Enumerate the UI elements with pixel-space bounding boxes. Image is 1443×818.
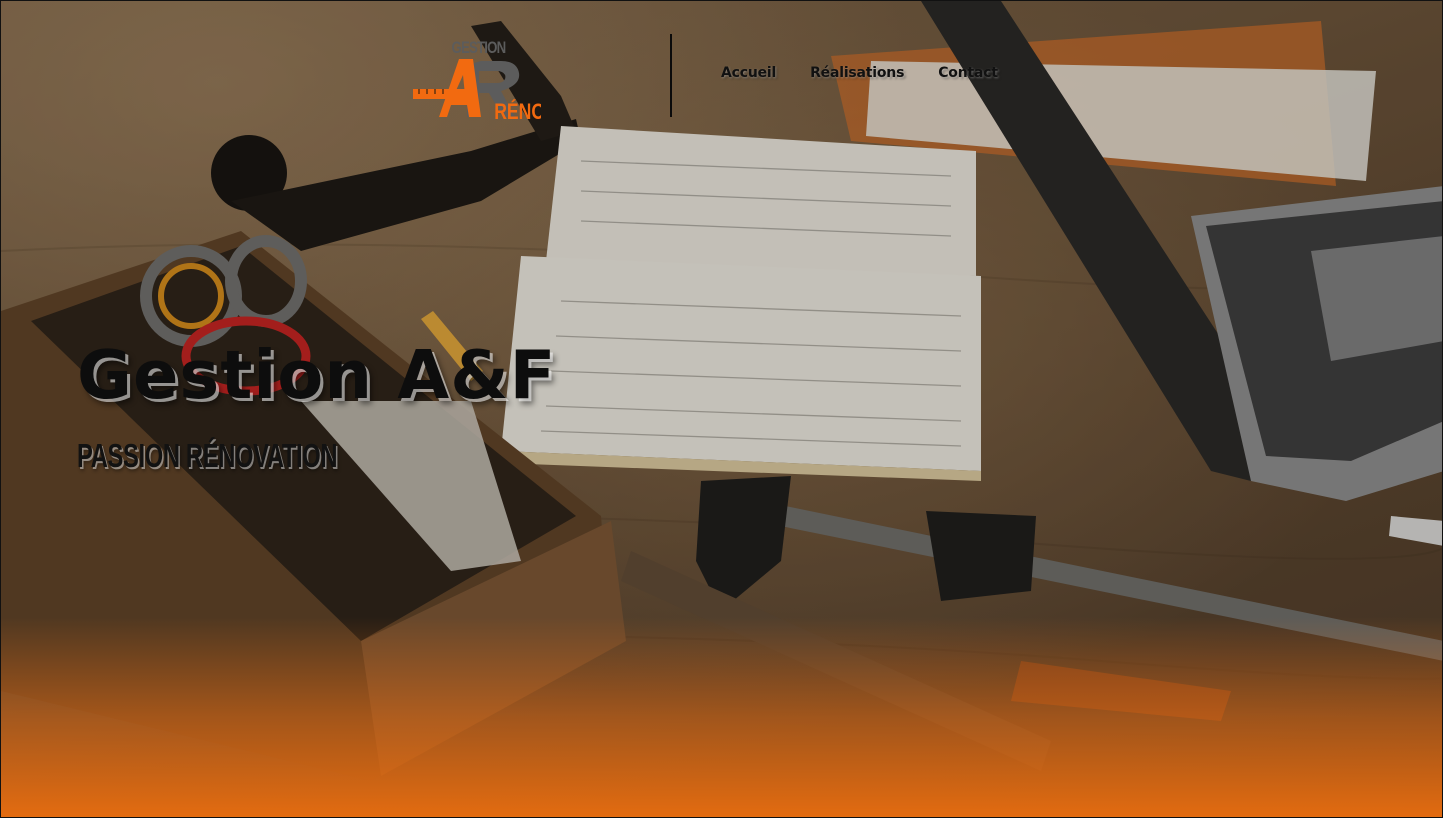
hero-subtitle: PASSION RÉNOVATION — [77, 437, 338, 474]
header-divider — [670, 34, 672, 117]
hero-section: GESTION RÉNO Accueil Réalisations Contac… — [0, 0, 1443, 818]
nav-link-accueil[interactable]: Accueil — [721, 65, 776, 81]
nav-link-contact[interactable]: Contact — [938, 65, 998, 81]
hero-title: Gestion A&F — [77, 336, 557, 414]
logo-line2: RÉNO — [494, 99, 541, 123]
notebook-shape — [501, 126, 981, 481]
gestion-af-reno-logo[interactable]: GESTION RÉNO — [411, 31, 541, 123]
clamp-shape — [621, 476, 1442, 771]
pen-shape — [1389, 516, 1442, 546]
nav-link-realisations[interactable]: Réalisations — [810, 65, 904, 81]
logo-line1: GESTION — [452, 39, 507, 58]
main-navigation: Accueil Réalisations Contact — [721, 65, 998, 81]
